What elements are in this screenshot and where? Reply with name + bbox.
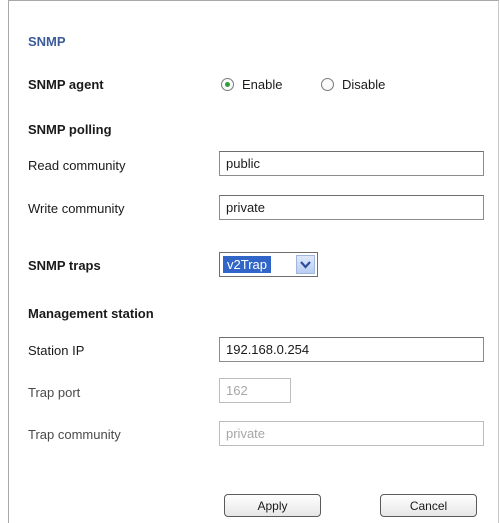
snmp-traps-label: SNMP traps bbox=[28, 258, 101, 273]
snmp-agent-enable-option[interactable]: Enable bbox=[221, 77, 282, 92]
disable-radio[interactable] bbox=[321, 78, 334, 91]
apply-button[interactable]: Apply bbox=[224, 494, 321, 517]
page-title: SNMP bbox=[28, 34, 66, 49]
trap-community-input: private bbox=[219, 421, 484, 446]
cancel-button[interactable]: Cancel bbox=[380, 494, 477, 517]
snmp-traps-select[interactable]: v2Trap bbox=[219, 252, 318, 277]
snmp-agent-label: SNMP agent bbox=[28, 77, 104, 92]
snmp-agent-disable-option[interactable]: Disable bbox=[321, 77, 385, 92]
trap-port-label: Trap port bbox=[28, 385, 81, 400]
read-community-label: Read community bbox=[28, 158, 126, 173]
write-community-label: Write community bbox=[28, 201, 125, 216]
enable-radio-label[interactable]: Enable bbox=[242, 77, 282, 92]
enable-radio[interactable] bbox=[221, 78, 234, 91]
snmp-traps-selected-value: v2Trap bbox=[223, 256, 271, 273]
station-ip-label: Station IP bbox=[28, 343, 85, 358]
chevron-down-icon[interactable] bbox=[296, 255, 315, 274]
read-community-input[interactable]: public bbox=[219, 151, 484, 176]
disable-radio-label[interactable]: Disable bbox=[342, 77, 385, 92]
snmp-polling-heading: SNMP polling bbox=[28, 122, 112, 137]
management-station-heading: Management station bbox=[28, 306, 154, 321]
write-community-input[interactable]: private bbox=[219, 195, 484, 220]
trap-community-label: Trap community bbox=[28, 427, 121, 442]
station-ip-input[interactable]: 192.168.0.254 bbox=[219, 337, 484, 362]
snmp-settings-panel: SNMP SNMP agent Enable Disable SNMP poll… bbox=[8, 0, 499, 523]
trap-port-input: 162 bbox=[219, 378, 291, 403]
